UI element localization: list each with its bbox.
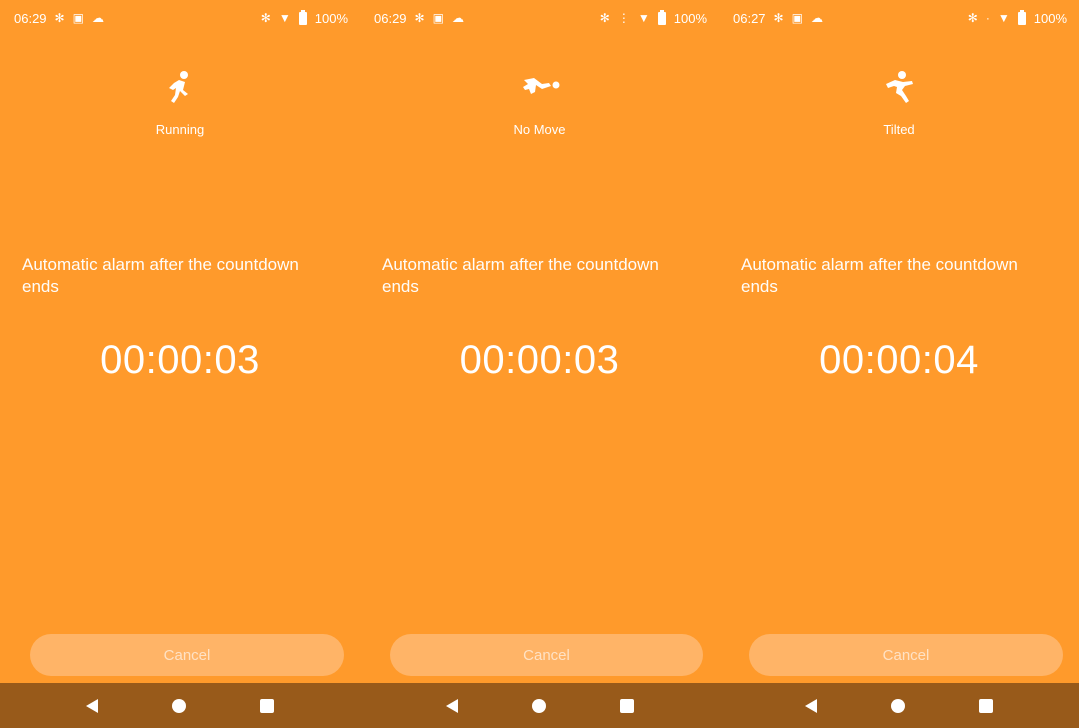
back-icon[interactable] [86,698,98,713]
screenshot-panels: 06:29 ✻ ▣ ☁ ✻ ▼ 100% Running Automatic a… [0,0,1079,728]
mode-label: Tilted [883,122,915,137]
navigation-bar [0,683,360,728]
countdown-timer: 00:00:03 [100,338,260,382]
battery-icon [298,9,307,25]
alarm-message: Automatic alarm after the countdown ends [741,255,1018,296]
status-right: ✻ · ▼ 100% [967,9,1067,26]
cancel-button[interactable]: Cancel [390,634,703,676]
cancel-button[interactable]: Cancel [30,634,344,676]
signal-icon: ⋮ [617,11,630,25]
status-bar: 06:27 ✻ ▣ ☁ ✻ · ▼ 100% [719,0,1079,36]
screenshot-icon: ▣ [72,11,84,25]
wifi-icon: ▼ [278,11,291,25]
navigation-bar [360,683,719,728]
navigation-bar [719,683,1079,728]
status-time: 06:29 [14,10,47,26]
battery-percent: 100% [314,10,348,26]
status-left: 06:29 ✻ ▣ ☁ [374,11,464,26]
mode-label: Running [155,122,205,137]
alarm-screen-running: 06:29 ✻ ▣ ☁ ✻ ▼ 100% Running Automatic a… [0,0,360,728]
fallen-person-icon [518,70,562,106]
running-person-icon [165,70,195,106]
home-icon[interactable] [891,698,905,713]
status-time: 06:29 [374,10,407,26]
bluetooth-icon: ✻ [967,11,978,25]
screenshot-icon: ▣ [791,11,803,25]
countdown-timer: 00:00:04 [819,338,979,382]
bluetooth-icon: ✻ [260,11,271,25]
home-icon[interactable] [531,698,546,713]
alarm-screen-no-move: 06:29 ✻ ▣ ☁ ✻ ⋮ ▼ 100% No Move Automatic… [360,0,719,728]
alarm-screen-tilted: 06:27 ✻ ▣ ☁ ✻ · ▼ 100% Tilted Automatic … [719,0,1079,728]
back-icon[interactable] [445,698,458,713]
signal-icon: · [985,11,990,25]
screenshot-icon: ▣ [432,11,444,25]
wifi-icon: ▼ [637,11,650,25]
status-right: ✻ ⋮ ▼ 100% [599,9,707,26]
tilted-person-icon [882,70,916,106]
wifi-icon: ▼ [997,11,1010,25]
alarm-message: Automatic alarm after the countdown ends [22,255,299,296]
cloud-icon: ☁ [810,11,823,25]
bluetooth-icon: ✻ [414,11,425,25]
status-left: 06:27 ✻ ▣ ☁ [733,11,823,26]
cancel-button[interactable]: Cancel [749,634,1063,676]
mode-label: No Move [513,122,566,137]
cloud-icon: ☁ [451,11,464,25]
battery-icon [1017,9,1026,25]
bluetooth-icon: ✻ [773,11,784,25]
recent-apps-icon[interactable] [979,698,993,713]
back-icon[interactable] [805,698,817,713]
cloud-icon: ☁ [91,11,104,25]
status-bar: 06:29 ✻ ▣ ☁ ✻ ▼ 100% [0,0,360,36]
status-left: 06:29 ✻ ▣ ☁ [14,11,104,26]
battery-percent: 100% [1033,10,1067,26]
status-time: 06:27 [733,10,766,26]
countdown-timer: 00:00:03 [459,338,620,382]
battery-percent: 100% [673,10,707,26]
status-right: ✻ ▼ 100% [260,9,348,26]
home-icon[interactable] [172,698,186,713]
alarm-message: Automatic alarm after the countdown ends [382,255,659,296]
recent-apps-icon[interactable] [619,698,634,713]
status-bar: 06:29 ✻ ▣ ☁ ✻ ⋮ ▼ 100% [360,0,719,36]
bluetooth-icon: ✻ [599,11,610,25]
bluetooth-icon: ✻ [54,11,65,25]
battery-icon [657,9,666,25]
recent-apps-icon[interactable] [260,698,274,713]
